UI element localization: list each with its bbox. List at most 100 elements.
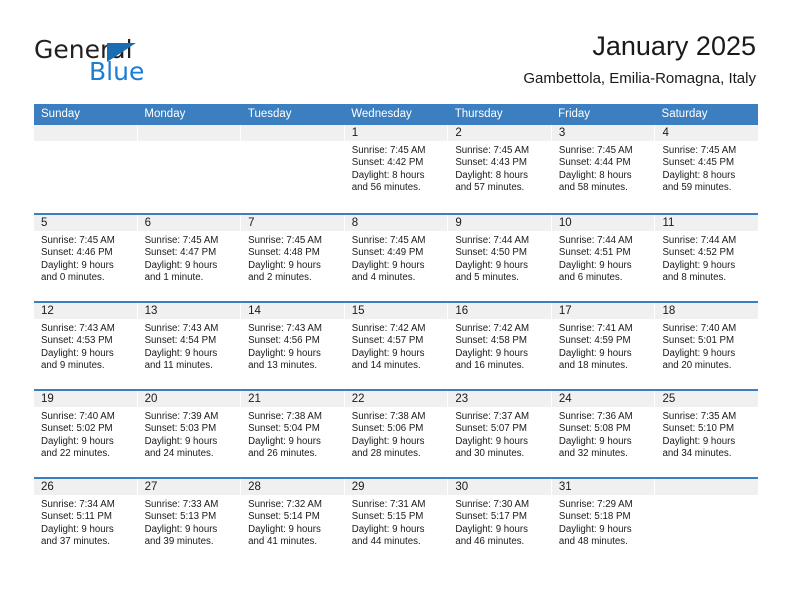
sun-info-line: Sunrise: 7:33 AM	[144, 499, 219, 510]
sun-info-line: Sunset: 4:42 PM	[351, 157, 424, 169]
sun-info-line: Sunset: 4:57 PM	[351, 335, 424, 347]
calendar-empty-cell	[241, 125, 345, 213]
calendar-day-cell[interactable]: 2 Sunrise: 7:45 AM Sunset: 4:43 PM Daylight…	[448, 125, 552, 213]
calendar-day-cell[interactable]: 21 Sunrise: 7:38 AM Sunset: 5:04 PM Dayligh…	[241, 391, 345, 477]
sun-info-line: Sunrise: 7:29 AM	[558, 499, 633, 510]
calendar-day-cell[interactable]: 22 Sunrise: 7:38 AM Sunset: 5:06 PM Dayligh…	[344, 391, 449, 477]
day-of-week-thursday: Thursday	[454, 108, 503, 120]
page-subtitle: Gambettola, Emilia-Romagna, Italy	[523, 70, 756, 87]
calendar-day-cell[interactable]: 25 Sunrise: 7:35 AM Sunset: 5:10 PM Dayligh…	[655, 391, 759, 477]
day-of-week-friday: Friday	[558, 108, 591, 120]
sun-info-line: and 37 minutes.	[41, 535, 110, 547]
calendar-day-cell[interactable]: 6 Sunrise: 7:45 AM Sunset: 4:47 PM Daylight…	[137, 215, 242, 301]
sun-info-line: and 34 minutes.	[662, 447, 732, 459]
sun-info-line: Sunrise: 7:34 AM	[41, 499, 115, 510]
calendar-empty-cell	[34, 125, 138, 213]
sun-info-line: Sunset: 5:13 PM	[144, 511, 217, 523]
calendar-day-cell[interactable]: 9 Sunrise: 7:44 AM Sunset: 4:50 PM Daylight…	[448, 215, 552, 301]
day-number: 4	[662, 127, 669, 139]
sun-info-line: and 13 minutes.	[248, 359, 318, 371]
calendar-day-cell[interactable]: 5 Sunrise: 7:45 AM Sunset: 4:46 PM Daylight…	[34, 215, 138, 301]
calendar-day-cell[interactable]: 18 Sunrise: 7:40 AM Sunset: 5:01 PM Dayligh…	[655, 303, 759, 389]
calendar-day-cell[interactable]: 13 Sunrise: 7:43 AM Sunset: 4:54 PM Dayligh…	[137, 303, 242, 389]
sun-info: Sunrise: 7:43 AM Sunset: 4:54 PM Daylight:…	[138, 320, 241, 372]
sun-info-line: Sunset: 4:44 PM	[558, 157, 631, 169]
sun-info-line: Sunset: 4:48 PM	[248, 247, 320, 259]
day-number: 25	[662, 393, 676, 405]
sun-info-line: and 24 minutes.	[144, 447, 214, 459]
logo-text-blue: Blue	[89, 57, 145, 86]
calendar-day-cell[interactable]: 1 Sunrise: 7:45 AM Sunset: 4:42 PM Daylight…	[344, 125, 449, 213]
calendar-day-cell[interactable]: 16 Sunrise: 7:42 AM Sunset: 4:58 PM Dayligh…	[448, 303, 552, 389]
day-number: 31	[558, 481, 572, 493]
sun-info-line: Sunrise: 7:43 AM	[144, 323, 219, 334]
calendar-day-cell[interactable]: 12 Sunrise: 7:43 AM Sunset: 4:53 PM Dayligh…	[34, 303, 138, 389]
calendar-day-cell[interactable]: 31 Sunrise: 7:29 AM Sunset: 5:18 PM Dayligh…	[551, 479, 656, 565]
calendar-day-cell[interactable]: 20 Sunrise: 7:39 AM Sunset: 5:03 PM Dayligh…	[137, 391, 242, 477]
calendar-day-cell[interactable]: 14 Sunrise: 7:43 AM Sunset: 4:56 PM Dayligh…	[241, 303, 345, 389]
sun-info-line: Sunset: 4:49 PM	[351, 247, 424, 259]
sun-info-line: Sunrise: 7:43 AM	[41, 323, 115, 334]
sun-info: Sunrise: 7:41 AM Sunset: 4:59 PM Daylight:…	[552, 320, 655, 372]
sun-info-line: Sunrise: 7:40 AM	[41, 411, 115, 422]
sun-info-line: and 41 minutes.	[248, 535, 318, 547]
sun-info-line: and 58 minutes.	[558, 181, 628, 193]
calendar-day-cell[interactable]: 23 Sunrise: 7:37 AM Sunset: 5:07 PM Dayligh…	[448, 391, 552, 477]
day-number: 3	[558, 127, 566, 139]
sun-info-line: Sunrise: 7:45 AM	[662, 145, 737, 156]
sun-info	[34, 142, 137, 145]
sun-info-line: Sunset: 4:58 PM	[455, 335, 527, 347]
calendar-day-cell[interactable]: 11 Sunrise: 7:44 AM Sunset: 4:52 PM Dayligh…	[655, 215, 759, 301]
day-number-bar	[241, 125, 344, 142]
calendar-day-cell[interactable]: 8 Sunrise: 7:45 AM Sunset: 4:49 PM Daylight…	[344, 215, 449, 301]
sun-info-line: Sunset: 5:03 PM	[144, 423, 217, 435]
calendar-day-cell[interactable]: 3 Sunrise: 7:45 AM Sunset: 4:44 PM Daylight…	[551, 125, 656, 213]
calendar-day-cell[interactable]: 27 Sunrise: 7:33 AM Sunset: 5:13 PM Dayligh…	[137, 479, 242, 565]
sun-info-line: Sunrise: 7:30 AM	[455, 499, 530, 510]
calendar-day-cell[interactable]: 26 Sunrise: 7:34 AM Sunset: 5:11 PM Dayligh…	[34, 479, 138, 565]
calendar-day-cell[interactable]: 30 Sunrise: 7:30 AM Sunset: 5:17 PM Dayligh…	[448, 479, 552, 565]
calendar-day-cell[interactable]: 7 Sunrise: 7:45 AM Sunset: 4:48 PM Daylight…	[241, 215, 345, 301]
day-number-bar: 5	[34, 215, 137, 232]
calendar-day-cell[interactable]: 28 Sunrise: 7:32 AM Sunset: 5:14 PM Dayligh…	[241, 479, 345, 565]
calendar-day-cell[interactable]: 29 Sunrise: 7:31 AM Sunset: 5:15 PM Dayligh…	[344, 479, 449, 565]
day-number: 21	[248, 393, 261, 405]
sun-info-line: and 59 minutes.	[662, 181, 732, 193]
sun-info-line: and 11 minutes.	[144, 359, 213, 371]
sun-info-line: Daylight: 9 hours	[558, 347, 632, 359]
sun-info-line: Daylight: 9 hours	[662, 435, 736, 447]
sun-info-line: Sunset: 4:50 PM	[455, 247, 527, 259]
sun-info-line: and 0 minutes.	[41, 271, 105, 283]
sun-info-line: Daylight: 9 hours	[455, 347, 529, 359]
sun-info: Sunrise: 7:42 AM Sunset: 4:57 PM Daylight:…	[345, 320, 448, 372]
sun-info-line: Sunset: 5:02 PM	[41, 423, 113, 435]
sun-info-line: Daylight: 8 hours	[455, 169, 529, 181]
sun-info: Sunrise: 7:37 AM Sunset: 5:07 PM Daylight:…	[448, 408, 551, 460]
sun-info-line: Daylight: 9 hours	[41, 523, 114, 535]
sun-info-line: Sunset: 5:15 PM	[351, 511, 424, 523]
sun-info-line: Sunset: 5:14 PM	[248, 511, 320, 523]
day-number-bar: 10	[551, 215, 655, 232]
sun-info-line: Sunrise: 7:38 AM	[248, 411, 322, 422]
day-number-bar: 30	[448, 479, 551, 496]
sun-info-line: Sunset: 4:53 PM	[41, 335, 113, 347]
calendar-day-cell[interactable]: 19 Sunrise: 7:40 AM Sunset: 5:02 PM Dayligh…	[34, 391, 138, 477]
sun-info-line: Daylight: 9 hours	[455, 523, 529, 535]
sun-info-line: and 48 minutes.	[558, 535, 628, 547]
sun-info-line: Sunset: 4:56 PM	[248, 335, 320, 347]
sun-info: Sunrise: 7:44 AM Sunset: 4:52 PM Daylight:…	[655, 232, 758, 284]
day-number-bar: 14	[241, 303, 344, 320]
sun-info: Sunrise: 7:45 AM Sunset: 4:47 PM Daylight:…	[138, 232, 241, 284]
calendar-day-cell[interactable]: 17 Sunrise: 7:41 AM Sunset: 4:59 PM Dayligh…	[551, 303, 656, 389]
calendar-day-cell[interactable]: 24 Sunrise: 7:36 AM Sunset: 5:08 PM Dayligh…	[551, 391, 656, 477]
day-number-bar	[137, 125, 241, 142]
sun-info-line: Daylight: 9 hours	[455, 435, 529, 447]
sun-info-line: Sunrise: 7:45 AM	[248, 235, 322, 246]
day-number: 1	[351, 127, 359, 139]
calendar-day-cell[interactable]: 15 Sunrise: 7:42 AM Sunset: 4:57 PM Dayligh…	[344, 303, 449, 389]
calendar-day-cell[interactable]: 4 Sunrise: 7:45 AM Sunset: 4:45 PM Daylight…	[655, 125, 759, 213]
general-blue-logo[interactable]: General Blue	[34, 36, 204, 88]
sun-info-line: and 39 minutes.	[144, 535, 214, 547]
calendar-day-cell[interactable]: 10 Sunrise: 7:44 AM Sunset: 4:51 PM Dayligh…	[551, 215, 656, 301]
day-number: 7	[248, 217, 255, 229]
